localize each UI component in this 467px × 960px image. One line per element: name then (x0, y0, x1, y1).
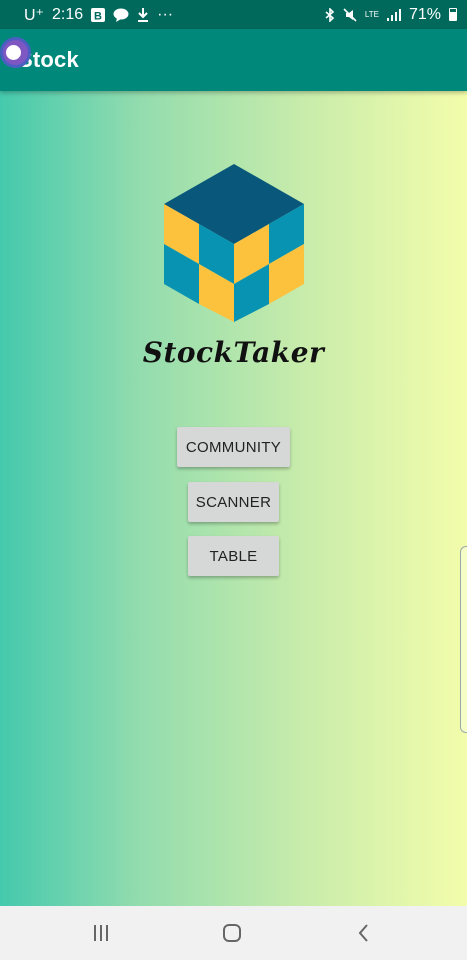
bubble-dot (5, 45, 21, 60)
download-icon (137, 7, 149, 22)
home-icon[interactable] (218, 920, 246, 946)
edge-panel-handle[interactable] (460, 546, 467, 733)
community-button[interactable]: COMMUNITY (177, 427, 290, 467)
status-time: 2:16 (52, 5, 84, 23)
app-bar: Stock (0, 29, 467, 91)
mute-icon (343, 7, 357, 22)
scanner-button[interactable]: SCANNER (188, 482, 279, 522)
cube-logo-icon (164, 164, 304, 322)
battery-icon (449, 8, 457, 21)
network-label: LTE (364, 9, 379, 19)
status-left: U⁺ 2:16 B ··· (24, 5, 173, 25)
main-content: StockTaker COMMUNITY SCANNER TABLE (0, 91, 467, 906)
battery-percent: 71% (408, 5, 441, 23)
svg-text:B: B (94, 10, 102, 22)
status-right: LTE 71% (325, 6, 457, 24)
carrier-label: U⁺ (24, 6, 44, 24)
brand-name: StockTaker (142, 336, 325, 369)
message-icon (113, 8, 129, 22)
b-icon: B (91, 7, 106, 22)
signal-icon (386, 8, 401, 21)
table-button[interactable]: TABLE (188, 536, 279, 576)
back-icon[interactable] (350, 920, 378, 946)
more-notifications: ··· (157, 5, 174, 23)
navigation-bar (0, 906, 467, 960)
bluetooth-icon (325, 7, 335, 22)
status-bar: U⁺ 2:16 B ··· LTE 71% (0, 0, 467, 29)
floating-bubble-icon[interactable] (0, 37, 31, 68)
recent-apps-icon[interactable] (87, 920, 115, 946)
